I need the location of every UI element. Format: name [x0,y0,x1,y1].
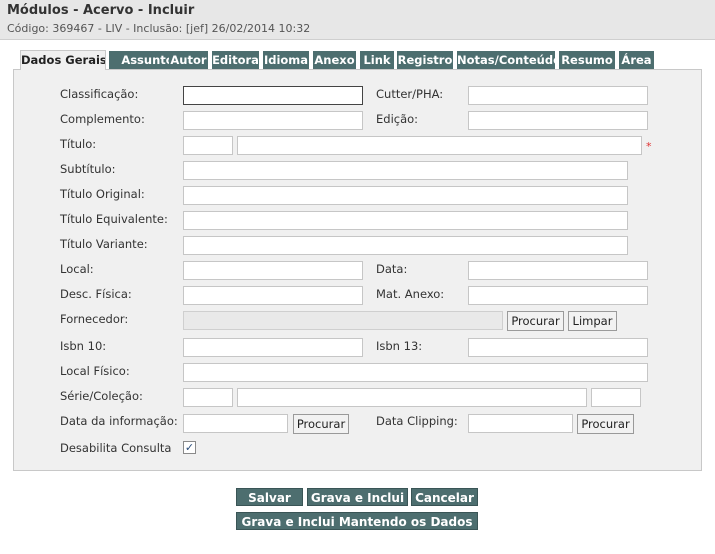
serie-numero-input[interactable] [591,388,641,407]
titulo-original-input[interactable] [183,186,628,205]
subtitulo-input[interactable] [183,161,628,180]
label-data-clipping: Data Clipping: [376,414,458,428]
label-titulo: Título: [60,137,97,151]
tab-registro[interactable]: Registro [397,51,453,69]
cutter-input[interactable] [468,86,648,105]
desabilita-consulta-checkbox[interactable]: ✓ [183,441,196,454]
isbn13-input[interactable] [468,338,648,357]
tab-idioma[interactable]: Idioma [263,51,309,69]
data-clipping-input[interactable] [468,414,573,433]
label-isbn10: Isbn 10: [60,339,107,353]
label-complemento: Complemento: [60,112,145,126]
serie-colecao-input[interactable] [237,388,587,407]
label-local-fisico: Local Físico: [60,364,130,378]
label-data-informacao: Data da informação: [60,414,178,428]
tab-notas-conteudo[interactable]: Notas/Conteúdo [457,51,555,69]
grava-inclui-button[interactable]: Grava e Inclui [307,488,408,506]
grava-inclui-mantendo-button[interactable]: Grava e Inclui Mantendo os Dados [236,512,478,530]
titulo-variante-input[interactable] [183,236,628,255]
isbn10-input[interactable] [183,338,363,357]
tab-dados-gerais[interactable]: Dados Gerais [20,50,106,70]
edicao-input[interactable] [468,111,648,130]
label-isbn13: Isbn 13: [376,339,423,353]
data-informacao-procurar-button[interactable]: Procurar [293,414,349,434]
page-title: Módulos - Acervo - Incluir [7,3,195,18]
salvar-button[interactable]: Salvar [236,488,303,506]
data-clipping-procurar-button[interactable]: Procurar [577,414,634,434]
tab-area[interactable]: Área [619,51,654,69]
tab-link[interactable]: Link [360,51,394,69]
fornecedor-input [183,311,503,330]
data-input[interactable] [468,261,648,280]
required-marker: * [646,140,652,153]
label-desabilita-consulta: Desabilita Consulta [60,441,172,455]
label-subtitulo: Subtítulo: [60,162,116,176]
titulo-prefix-input[interactable] [183,136,233,155]
label-titulo-equivalente: Título Equivalente: [60,212,168,226]
fornecedor-limpar-button[interactable]: Limpar [568,311,617,331]
record-info: Código: 369467 - LIV - Inclusão: [jef] 2… [7,22,311,35]
desc-fisica-input[interactable] [183,286,363,305]
tab-editora[interactable]: Editora [212,51,259,69]
tab-autor[interactable]: Autor [169,51,208,69]
label-serie-colecao: Série/Coleção: [60,389,143,403]
window: Módulos - Acervo - Incluir Código: 36946… [0,0,715,554]
label-classificacao: Classificação: [60,87,139,101]
label-titulo-original: Título Original: [60,187,145,201]
fornecedor-procurar-button[interactable]: Procurar [507,311,564,331]
label-titulo-variante: Título Variante: [60,237,148,251]
classificacao-input[interactable] [183,86,363,105]
local-input[interactable] [183,261,363,280]
label-local: Local: [60,262,94,276]
label-edicao: Edição: [376,112,419,126]
tab-resumo[interactable]: Resumo [559,51,615,69]
serie-prefix-input[interactable] [183,388,233,407]
tab-anexo[interactable]: Anexo [313,51,356,69]
label-mat-anexo: Mat. Anexo: [376,287,445,301]
label-desc-fisica: Desc. Física: [60,287,132,301]
title-bar: Módulos - Acervo - Incluir Código: 36946… [0,0,715,40]
cancelar-button[interactable]: Cancelar [411,488,478,506]
local-fisico-input[interactable] [183,363,648,382]
label-cutter: Cutter/PHA: [376,87,444,101]
titulo-input[interactable] [237,136,642,155]
label-fornecedor: Fornecedor: [60,312,129,326]
data-informacao-input[interactable] [183,414,288,433]
titulo-equivalente-input[interactable] [183,211,628,230]
label-data: Data: [376,262,408,276]
complemento-input[interactable] [183,111,363,130]
mat-anexo-input[interactable] [468,286,648,305]
